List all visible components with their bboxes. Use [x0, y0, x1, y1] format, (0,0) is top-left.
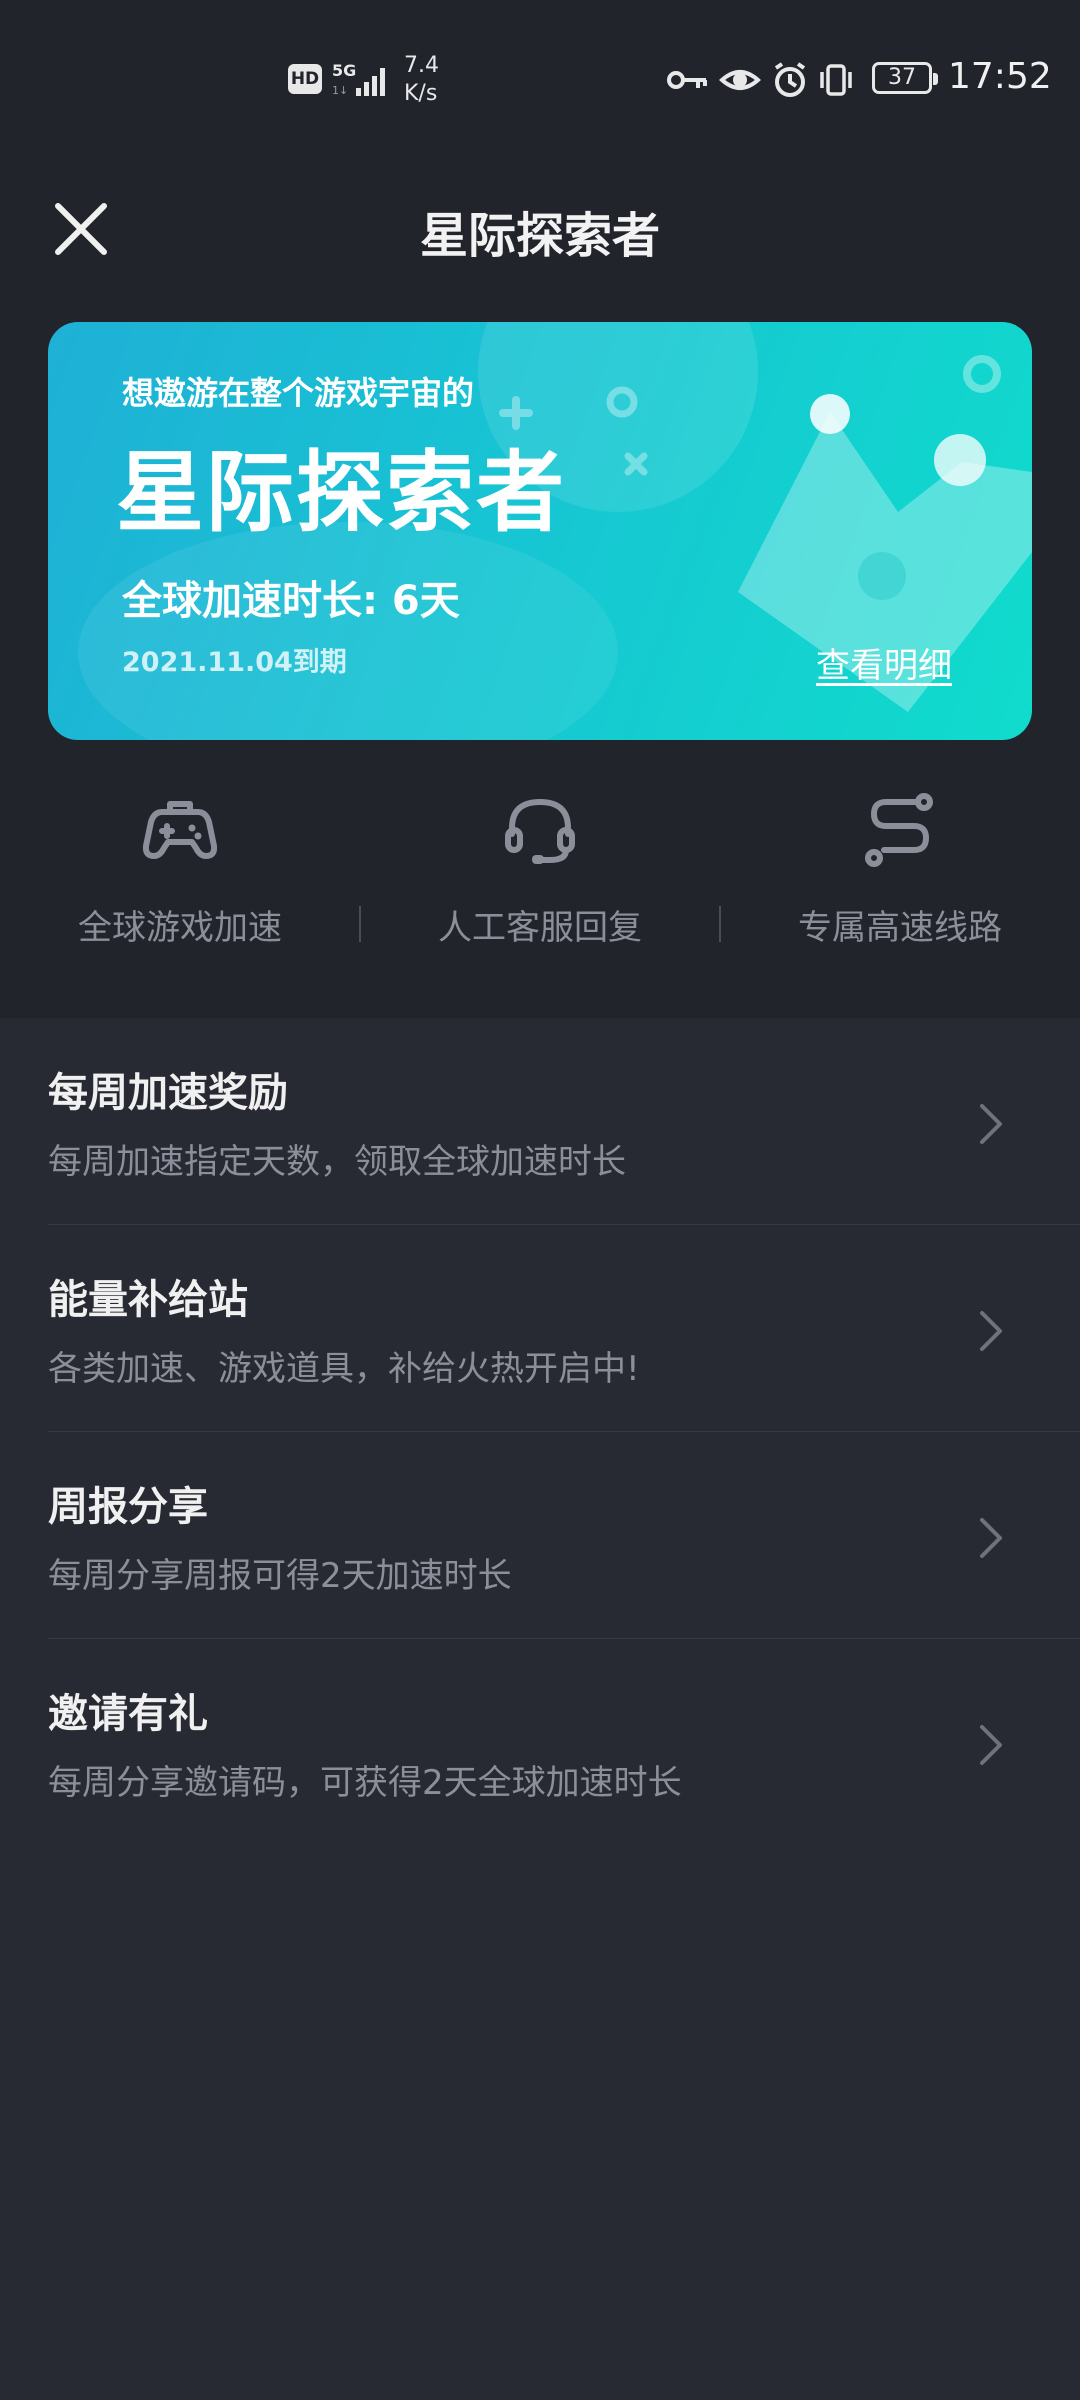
svg-text:5G: 5G	[332, 62, 356, 80]
chevron-right-icon	[980, 1104, 1002, 1144]
item-description: 每周分享邀请码，可获得2天全球加速时长	[48, 1763, 682, 1803]
list-item-energy-station[interactable]: 能量补给站 各类加速、游戏道具，补给火热开启中!	[0, 1225, 1080, 1432]
route-icon	[865, 793, 933, 867]
signal-icon: 5G 1↓	[332, 62, 385, 97]
list-item-invite-reward[interactable]: 邀请有礼 每周分享邀请码，可获得2天全球加速时长	[0, 1639, 1080, 1846]
page-title: 星际探索者	[419, 208, 660, 264]
benefit-list: 每周加速奖励 每周加速指定天数，领取全球加速时长 能量补给站 各类加速、游戏道具…	[0, 1018, 1080, 1846]
membership-banner: 想遨游在整个游戏宇宙的 星际探索者 全球加速时长: 6天 2021.11.04到…	[48, 322, 1032, 740]
view-details-link[interactable]: 查看明细	[816, 638, 952, 687]
clock: 17:52	[948, 56, 1052, 97]
acceleration-duration: 全球加速时长: 6天	[122, 578, 460, 624]
status-icons	[667, 62, 852, 97]
hd-badge: HD	[288, 64, 322, 94]
feature-game-acceleration[interactable]: 全球游戏加速	[0, 790, 360, 970]
feature-row: 全球游戏加速 人工客服回复 专属高速线路	[0, 790, 1080, 970]
feature-label: 全球游戏加速	[78, 908, 282, 948]
gamepad-icon	[142, 801, 218, 859]
chevron-right-icon	[980, 1725, 1002, 1765]
chevron-right-icon	[980, 1518, 1002, 1558]
battery-indicator: 37	[872, 62, 938, 94]
feature-customer-service[interactable]: 人工客服回复	[360, 790, 720, 970]
alarm-icon	[774, 62, 806, 97]
eye-icon	[718, 70, 762, 90]
speed-value: 7.4	[404, 53, 439, 78]
feature-label: 专属高速线路	[798, 908, 1002, 948]
key-icon	[667, 71, 707, 89]
item-title: 能量补给站	[48, 1277, 248, 1323]
list-item-weekly-report-share[interactable]: 周报分享 每周分享周报可得2天加速时长	[0, 1432, 1080, 1639]
banner-title: 星际探索者	[116, 441, 567, 544]
network-speed: 7.4 K/s	[404, 52, 439, 108]
feature-dedicated-route[interactable]: 专属高速线路	[720, 790, 1080, 970]
item-title: 每周加速奖励	[48, 1070, 288, 1116]
headset-icon	[505, 799, 575, 864]
item-title: 邀请有礼	[48, 1691, 208, 1737]
list-item-weekly-reward[interactable]: 每周加速奖励 每周加速指定天数，领取全球加速时长	[0, 1018, 1080, 1225]
item-title: 周报分享	[48, 1484, 208, 1530]
item-description: 每周分享周报可得2天加速时长	[48, 1556, 512, 1596]
item-description: 每周加速指定天数，领取全球加速时长	[48, 1142, 626, 1182]
expiry-date: 2021.11.04到期	[122, 647, 347, 678]
status-bar: HD 5G 1↓ 7.4 K/s 37 17:52	[0, 0, 1080, 150]
vibrate-icon	[820, 64, 852, 96]
chevron-right-icon	[980, 1311, 1002, 1351]
speed-unit: K/s	[404, 81, 438, 106]
banner-subtitle: 想遨游在整个游戏宇宙的	[122, 374, 475, 412]
svg-text:1↓: 1↓	[332, 84, 348, 97]
feature-label: 人工客服回复	[438, 908, 642, 948]
item-description: 各类加速、游戏道具，补给火热开启中!	[48, 1349, 640, 1389]
